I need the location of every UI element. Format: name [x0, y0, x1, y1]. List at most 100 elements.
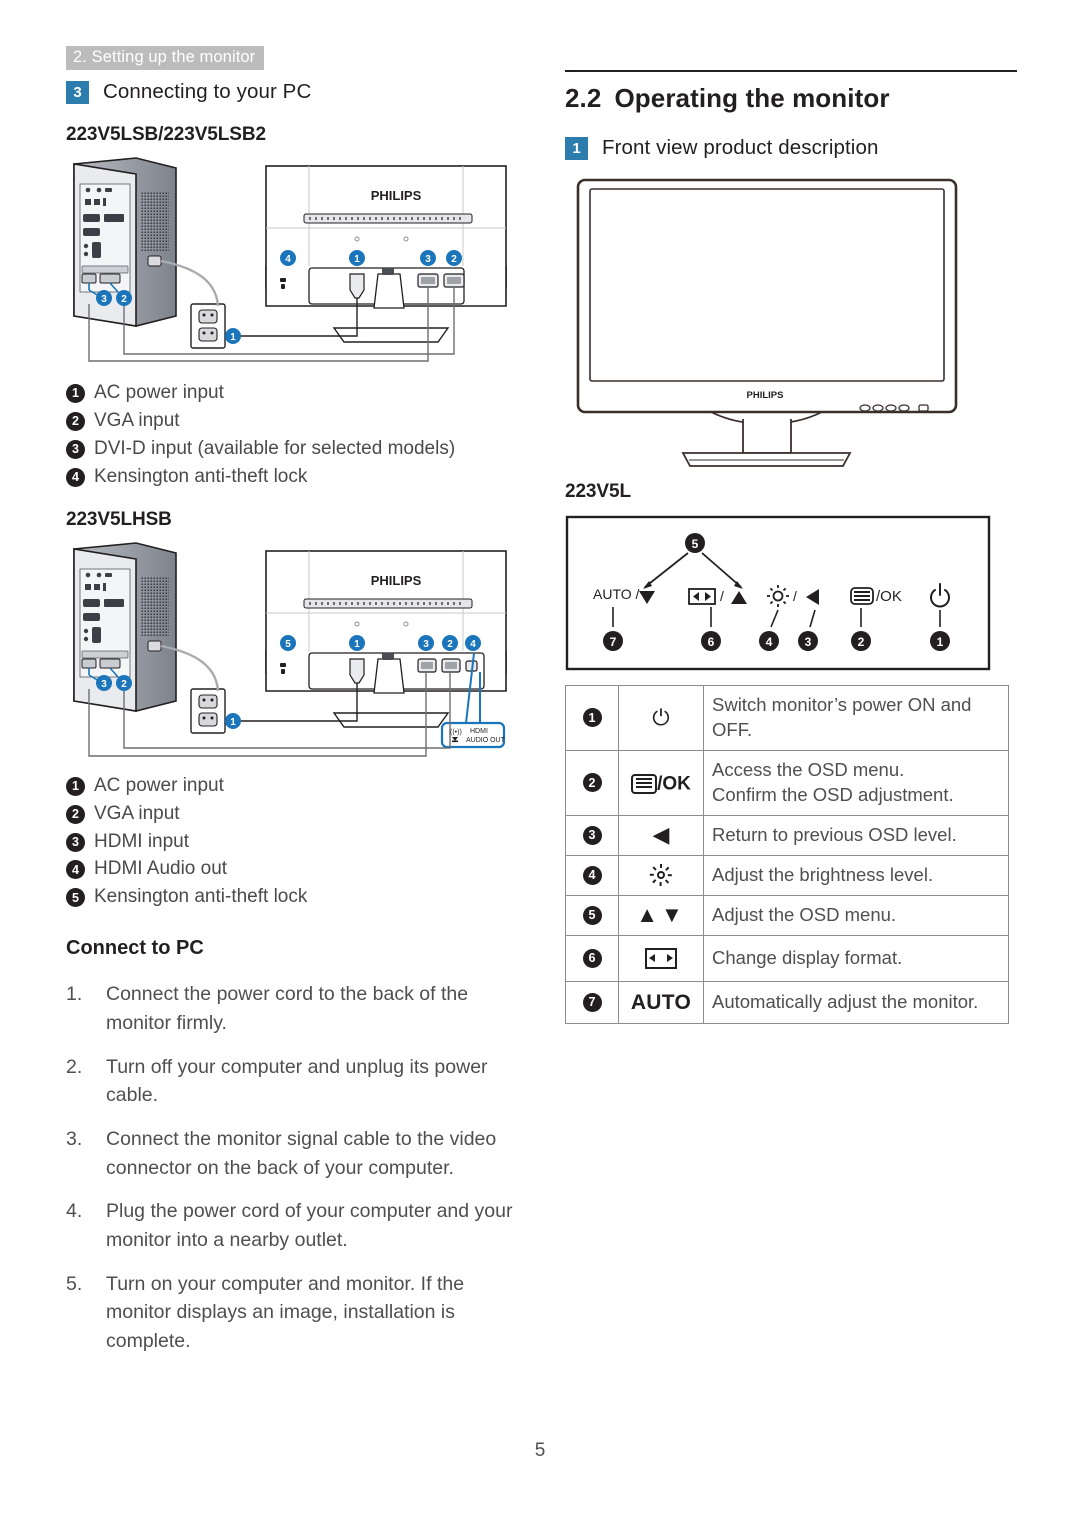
desc-line: Switch monitor’s power ON and [712, 694, 972, 715]
callout-dot: 2 [66, 411, 85, 431]
section-number-badge: 3 [66, 80, 89, 104]
front-view-brand: PHILIPS [747, 390, 784, 401]
table-row: 4 Adjust the brightness level. [565, 854, 1009, 896]
auto-label: AUTO [630, 990, 692, 1014]
model-label-lsb: 223V5LSB/223V5LSB2 [66, 124, 266, 145]
svg-text:/OK: /OK [876, 588, 902, 605]
svg-text:5: 5 [285, 639, 291, 650]
svg-text:4: 4 [766, 635, 773, 649]
power-icon: ⏻ [618, 685, 704, 751]
row-number-cell: 6 [565, 934, 619, 982]
svg-text:PHILIPS: PHILIPS [371, 188, 422, 203]
callout-dot: 4 [66, 467, 85, 487]
section-number: 2.2 [565, 83, 602, 113]
svg-text:/: / [793, 588, 797, 604]
list-item: 4 HDMI Audio out [66, 855, 534, 883]
figure-connect-223v5lsb: 3 2 1 PHILIPS 4 1 3 2 [73, 157, 507, 362]
list-item: 1 AC power input [66, 379, 534, 407]
desc-line: Return to previous OSD level. [712, 823, 957, 845]
row-number-cell: 2 [565, 749, 619, 816]
step-number: 1. [66, 983, 83, 1006]
list-item: 2 VGA input [66, 800, 534, 828]
list-item-label: Kensington anti-theft lock [94, 886, 308, 908]
control-description-table: 1 ⏻ Switch monitor’s power ON and OFF. 2 [565, 685, 1009, 1024]
heading-rule [565, 70, 1017, 72]
callout-dot: 4 [66, 860, 85, 880]
left-column: 3 Connecting to your PC 223V5LSB/223V5LS… [66, 80, 534, 1371]
svg-text:2: 2 [451, 254, 457, 265]
row-number-cell: 4 [565, 854, 619, 896]
svg-text:((•)): ((•)) [450, 729, 462, 736]
callout-dot: 4 [582, 865, 602, 885]
step-item: 5. Turn on your computer and monitor. If… [66, 1270, 534, 1356]
callout-dot: 3 [66, 439, 85, 459]
list-item-label: HDMI Audio out [94, 858, 228, 880]
auto-icon: AUTO [618, 980, 704, 1024]
row-description: Access the OSD menu. Confirm the OSD adj… [703, 749, 1009, 816]
section-title: Front view product description [602, 136, 879, 159]
svg-text:7: 7 [610, 635, 617, 649]
ok-label: /OK [657, 773, 691, 795]
step-text: Connect the monitor signal cable to the … [106, 1127, 497, 1179]
list-item: 3 DVI-D input (available for selected mo… [66, 435, 534, 463]
svg-text:1: 1 [230, 332, 236, 343]
left-arrow-glyph: ◀ [652, 822, 670, 848]
callout-dot: 1 [66, 384, 85, 403]
step-item: 3. Connect the monitor signal cable to t… [66, 1125, 534, 1182]
step-item: 2. Turn off your computer and unplug its… [66, 1053, 534, 1110]
list-item-label: HDMI input [94, 830, 190, 852]
row-description: Adjust the OSD menu. [703, 894, 1009, 936]
row-description: Return to previous OSD level. [703, 814, 1009, 856]
section-title: Connecting to your PC [103, 80, 312, 103]
desc-line: Adjust the brightness level. [712, 863, 934, 885]
right-column: 2.2 Operating the monitor 1 Front view pr… [565, 70, 1017, 1024]
row-description: Switch monitor’s power ON and OFF. [703, 685, 1009, 751]
running-header: 2. Setting up the monitor [66, 46, 265, 71]
list-item-label: AC power input [94, 774, 224, 796]
svg-text:HDMI: HDMI [470, 728, 488, 735]
callout-dot: 7 [582, 992, 602, 1012]
svg-text:/: / [720, 588, 724, 604]
svg-text:AUDIO OUT: AUDIO OUT [466, 737, 506, 744]
connect-steps-list: 1. Connect the power cord to the back of… [66, 980, 534, 1355]
svg-text:3: 3 [101, 679, 107, 690]
figure-front-view-monitor: PHILIPS [576, 178, 958, 467]
section-number-badge: 1 [565, 136, 588, 160]
svg-text:2: 2 [858, 635, 865, 649]
desc-line: Automatically adjust the monitor. [712, 990, 979, 1012]
document-page: 2. Setting up the monitor 3 Connecting t… [0, 0, 1080, 1527]
svg-text:5: 5 [692, 537, 699, 551]
svg-text:4: 4 [285, 254, 291, 265]
callout-dot: 1 [582, 708, 602, 728]
callout-dot: 2 [582, 773, 602, 793]
step-item: 1. Connect the power cord to the back of… [66, 980, 534, 1037]
osd-box-icon [631, 774, 658, 794]
page-title: 2.2 Operating the monitor [565, 83, 1017, 114]
left-triangle-icon: ◀ [618, 814, 704, 856]
callout-dot: 3 [66, 832, 85, 852]
svg-text:6: 6 [708, 635, 715, 649]
up-down-triangle-icon: ▲▼ [618, 894, 704, 936]
list-item-label: VGA input [94, 802, 180, 824]
osd-menu-icon: /OK [618, 749, 704, 816]
row-description: Automatically adjust the monitor. [703, 980, 1009, 1024]
step-number: 5. [66, 1272, 83, 1295]
power-glyph: ⏻ [652, 704, 670, 730]
step-number: 2. [66, 1055, 83, 1078]
list-item: 4 Kensington anti-theft lock [66, 463, 534, 491]
callout-dot: 3 [582, 825, 602, 845]
connect-to-pc-heading: Connect to PC [66, 937, 204, 960]
svg-text:1: 1 [354, 254, 360, 265]
callout-dot: 5 [582, 905, 602, 925]
step-text: Turn on your computer and monitor. If th… [106, 1272, 465, 1352]
svg-text:AUTO /: AUTO / [593, 586, 640, 602]
table-row: 1 ⏻ Switch monitor’s power ON and OFF. [565, 685, 1009, 751]
callout-dot: 2 [66, 804, 85, 824]
svg-text:3: 3 [425, 254, 431, 265]
list-item-label: DVI-D input (available for selected mode… [94, 437, 456, 459]
step-text: Connect the power cord to the back of th… [106, 983, 469, 1034]
sun-glyph [649, 864, 672, 887]
step-text: Plug the power cord of your computer and… [106, 1200, 513, 1251]
desc-line: OFF. [712, 718, 753, 740]
list-item-label: Kensington anti-theft lock [94, 465, 308, 487]
